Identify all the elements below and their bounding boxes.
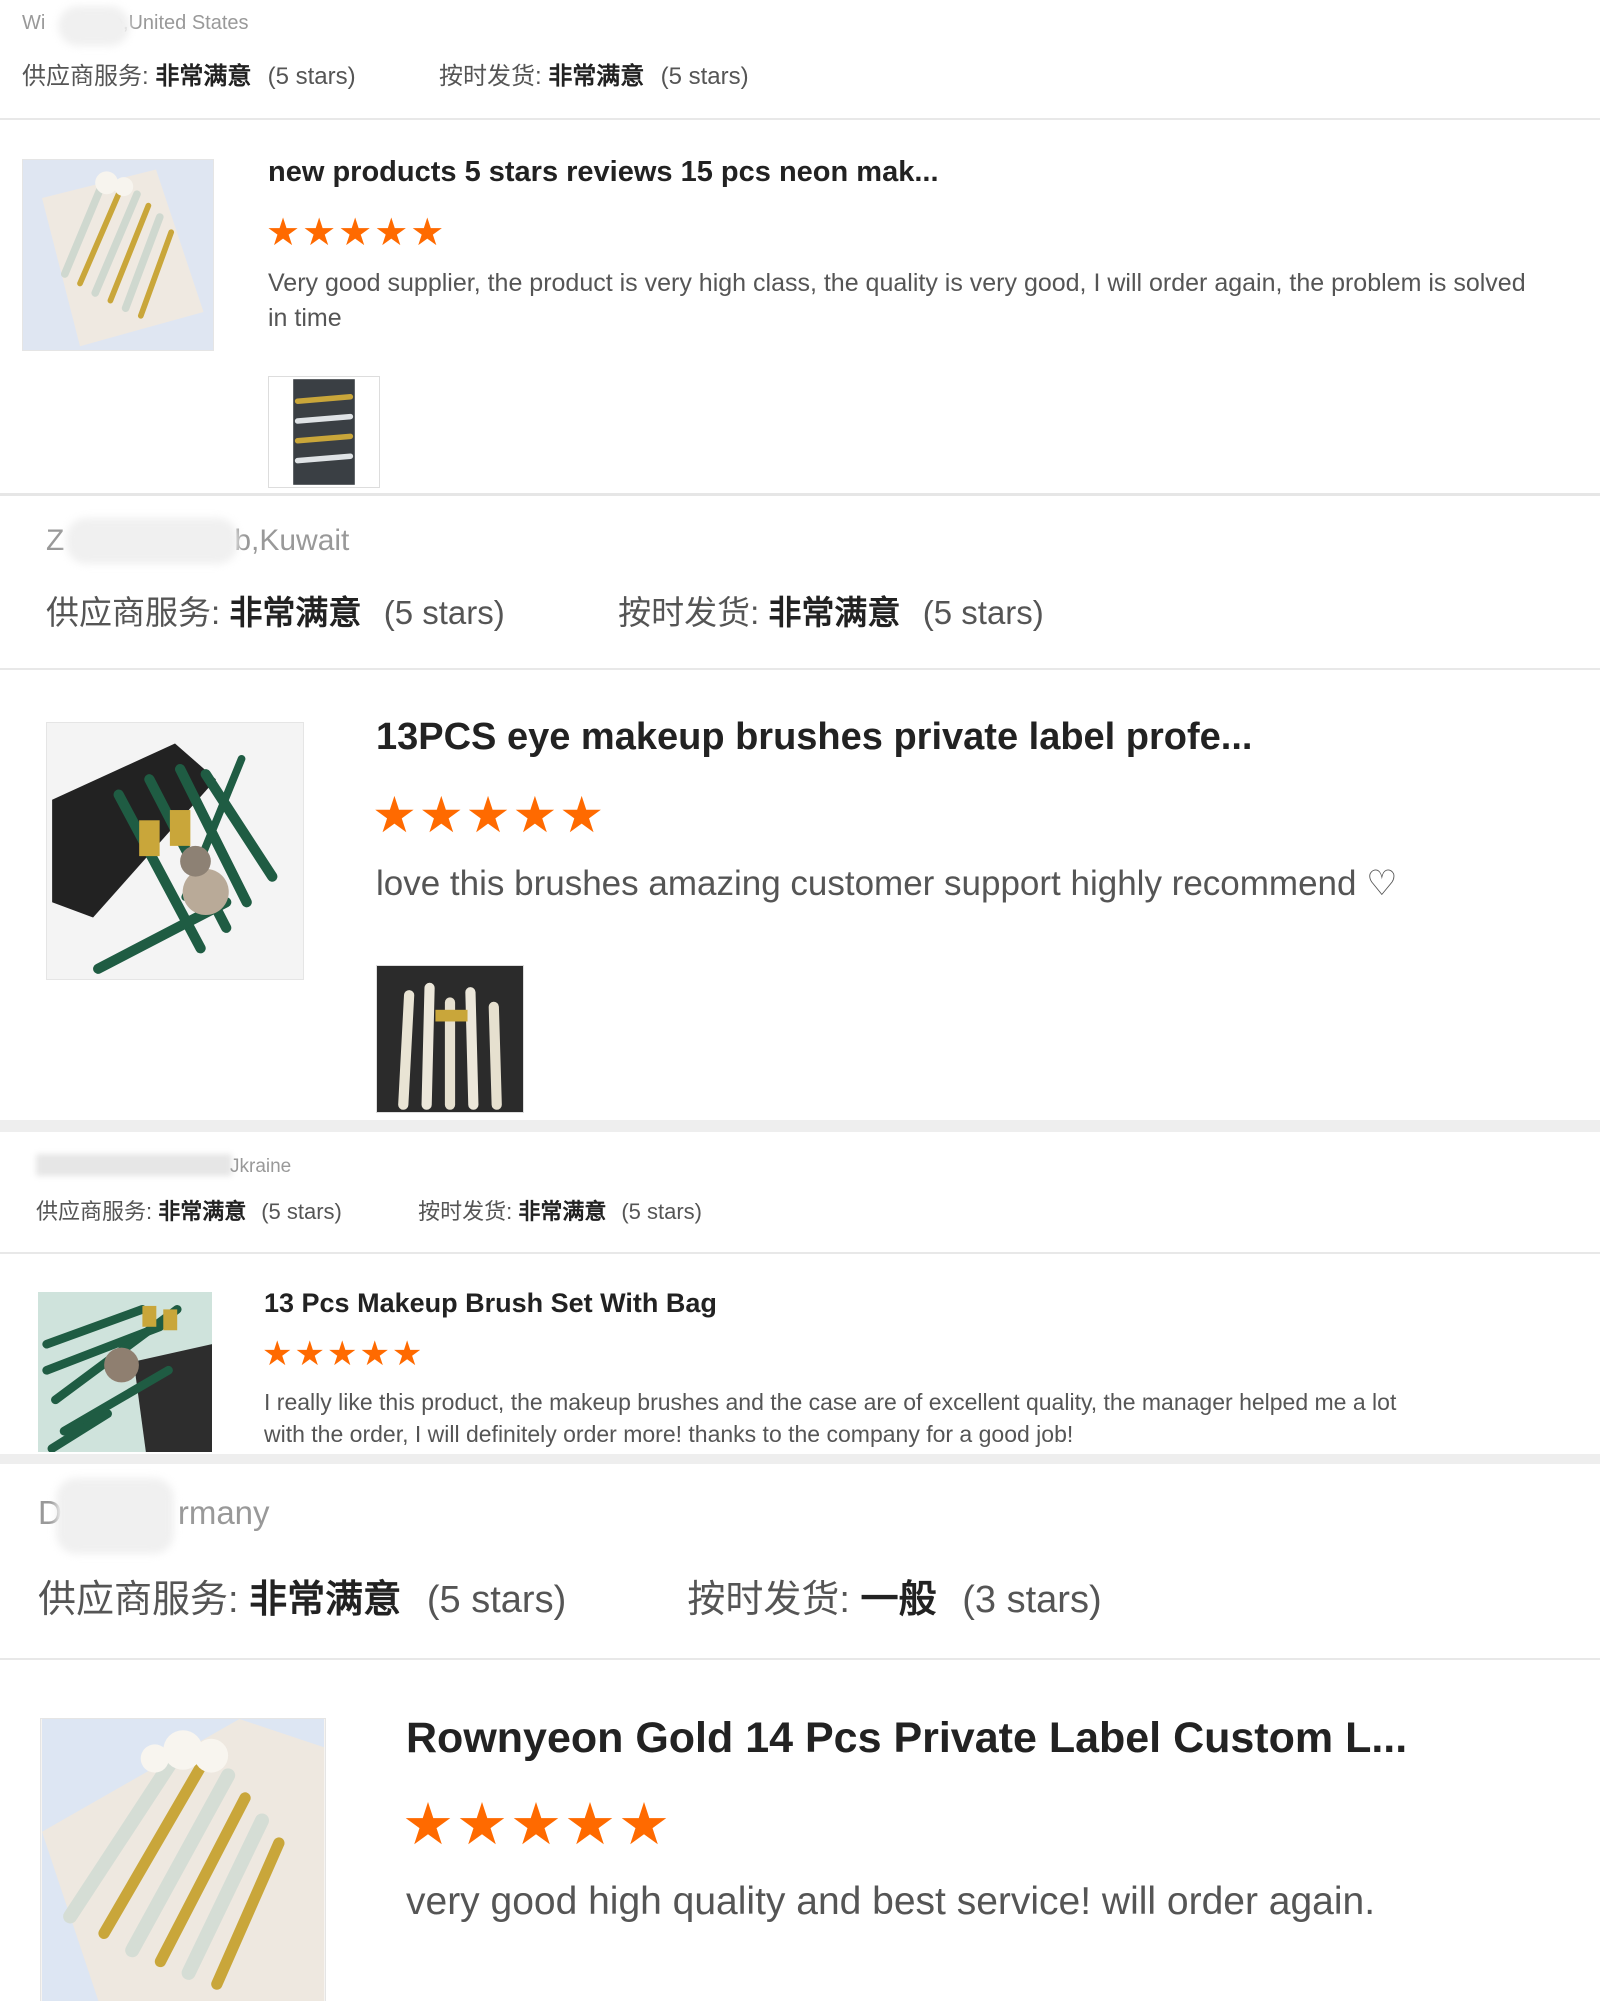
review-header: Drmany 供应商服务: 非常满意 (5 stars) 按时发货: 一般 (3… (0, 1464, 1600, 1660)
review-text: very good high quality and best service!… (406, 1880, 1376, 1923)
rating-stars: ★★★★★ (266, 212, 447, 254)
ratings-row: 供应商服务: 非常满意 (5 stars) 按时发货: 非常满意 (5 star… (36, 1199, 702, 1224)
review-header: Wi le,United States 供应商服务: 非常满意 (5 stars)… (0, 0, 1600, 120)
product-title[interactable]: 13PCS eye makeup brushes private label p… (376, 716, 1252, 759)
review-1: Wi le,United States 供应商服务: 非常满意 (5 stars)… (0, 0, 1600, 495)
review-header: Zb,Kuwait 供应商服务: 非常满意 (5 stars) 按时发货: 非常… (0, 496, 1600, 670)
product-title[interactable]: new products 5 stars reviews 15 pcs neon… (268, 156, 939, 189)
review-attachment-image[interactable] (376, 965, 524, 1113)
section-divider (0, 1120, 1600, 1132)
review-text: I really like this product, the makeup b… (264, 1389, 1397, 1447)
redaction-blur (56, 1478, 174, 1554)
rating-stars: ★★★★★ (262, 1335, 425, 1373)
rating-stars: ★★★★★ (402, 1792, 672, 1857)
review-text: love this brushes amazing customer suppo… (376, 864, 1398, 903)
section-divider (0, 1454, 1600, 1464)
rating-stars: ★★★★★ (372, 787, 607, 843)
product-thumbnail[interactable] (46, 722, 304, 980)
ratings-row: 供应商服务: 非常满意 (5 stars) 按时发货: 非常满意 (5 star… (22, 63, 749, 90)
redaction-blur (58, 6, 130, 46)
ratings-row: 供应商服务: 非常满意 (5 stars) 按时发货: 一般 (3 stars) (38, 1579, 1102, 1621)
product-title[interactable]: 13 Pcs Makeup Brush Set With Bag (264, 1288, 717, 1319)
ratings-row: 供应商服务: 非常满意 (5 stars) 按时发货: 非常满意 (5 star… (46, 594, 1044, 631)
review-text: Very good supplier, the product is very … (268, 269, 1526, 332)
review-header: Jkraine 供应商服务: 非常满意 (5 stars) 按时发货: 非常满意… (0, 1132, 1600, 1254)
review-4: Drmany 供应商服务: 非常满意 (5 stars) 按时发货: 一般 (3… (0, 1464, 1600, 2001)
reviewer-location: Jkraine (230, 1156, 292, 1177)
reviewer-location: Wi le,United States (22, 12, 249, 34)
product-thumbnail[interactable] (22, 159, 214, 351)
product-thumbnail[interactable] (38, 1292, 212, 1452)
product-thumbnail[interactable] (40, 1718, 326, 2001)
review-3: Jkraine 供应商服务: 非常满意 (5 stars) 按时发货: 非常满意… (0, 1132, 1600, 1454)
review-attachment-image[interactable] (268, 376, 380, 488)
product-title[interactable]: Rownyeon Gold 14 Pcs Private Label Custo… (406, 1714, 1407, 1763)
redaction-blur (66, 518, 238, 564)
review-2: Zb,Kuwait 供应商服务: 非常满意 (5 stars) 按时发货: 非常… (0, 496, 1600, 1120)
redaction-blur (36, 1154, 232, 1176)
